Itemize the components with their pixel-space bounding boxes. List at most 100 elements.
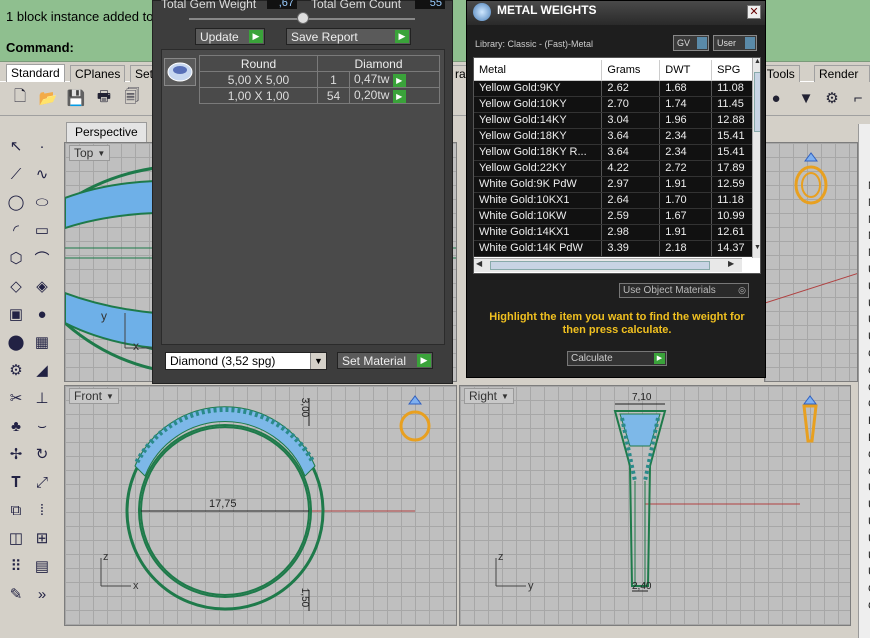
table-row[interactable]: Yellow Gold:14KY 3.04 1.96 12.88	[474, 112, 760, 129]
grid-array-icon[interactable]: ⠿	[4, 554, 28, 578]
metal-name: White Gold:10KX1	[474, 192, 603, 209]
snap-icon[interactable]: ⌐	[846, 86, 870, 110]
play-arrow-icon[interactable]: ▶	[392, 89, 406, 103]
tab-perspective[interactable]: Perspective	[66, 122, 147, 142]
split-icon[interactable]: ⊥	[30, 386, 54, 410]
point-icon[interactable]: ·	[30, 134, 54, 158]
save-icon[interactable]: 💾	[64, 86, 88, 110]
options-gear-icon[interactable]: ⚙	[820, 86, 844, 110]
scroll-down-icon[interactable]: ▼	[753, 244, 760, 256]
sphere-solid-icon[interactable]: ●	[30, 302, 54, 326]
save-report-button[interactable]: Save Report ▶	[286, 28, 411, 45]
surface-icon[interactable]: ◇	[4, 274, 28, 298]
gem-slider-handle[interactable]	[297, 12, 309, 24]
properties-icon[interactable]: 🗐	[120, 86, 144, 110]
pen-icon[interactable]: ✎	[4, 582, 28, 606]
close-icon[interactable]: ✕	[747, 5, 761, 19]
table-row[interactable]: 5,00 X 5,00 1 0,47tw ▶	[199, 71, 440, 88]
scrollbar-thumb[interactable]	[490, 261, 710, 270]
table-row[interactable]: Yellow Gold:22KY 4.22 2.72 17.89	[474, 160, 760, 177]
table-row[interactable]: Yellow Gold:10KY 2.70 1.74 11.45	[474, 96, 760, 113]
scroll-up-icon[interactable]: ▲	[753, 58, 760, 70]
use-object-materials-dropdown[interactable]: Use Object Materials ◎	[619, 283, 749, 298]
loft-icon[interactable]: ◈	[30, 274, 54, 298]
metal-grams: 2.62	[601, 80, 661, 97]
array-icon[interactable]: ⁞	[30, 498, 54, 522]
user-toggle[interactable]: User	[713, 35, 757, 51]
select-arrow-icon[interactable]: ↖	[4, 134, 28, 158]
explode-icon[interactable]: ⊞	[30, 526, 54, 550]
table-row[interactable]: Yellow Gold:18KY R... 3.64 2.34 15.41	[474, 144, 760, 161]
mesh-icon[interactable]: ▦	[30, 330, 54, 354]
box-solid-icon[interactable]: ▣	[4, 302, 28, 326]
chevron-down-icon[interactable]: ▼	[310, 353, 326, 369]
front-viewport[interactable]: 17,75 3,00 1,50 z x Front ▼	[64, 385, 457, 626]
cylinder-icon[interactable]: ⬤	[4, 330, 28, 354]
update-button[interactable]: Update ▶	[195, 28, 265, 45]
calculate-button[interactable]: Calculate ▶	[567, 351, 667, 366]
more-tools-icon[interactable]: »	[30, 582, 54, 606]
front-viewport-label[interactable]: Front ▼	[69, 388, 119, 404]
fillet-icon[interactable]: ⌣	[30, 414, 54, 438]
arc-icon[interactable]: ◜	[4, 218, 28, 242]
set-material-button[interactable]: Set Material ▶	[337, 352, 433, 369]
chevron-down-icon[interactable]: ▼	[97, 149, 105, 158]
scrollbar-thumb[interactable]	[754, 72, 760, 132]
right-viewport[interactable]: 7,10 2,40 z y Right ▼	[459, 385, 851, 626]
table-row[interactable]: White Gold:10KW 2.59 1.67 10.99	[474, 208, 760, 225]
command-prompt[interactable]: Command:	[6, 40, 74, 55]
table-row[interactable]: White Gold:14K PdW 3.39 2.18 14.37	[474, 240, 760, 257]
col-grams[interactable]: Grams	[601, 60, 661, 81]
material-select[interactable]: Diamond (3,52 spg) ▼	[165, 352, 327, 370]
material-icon[interactable]: ▼	[794, 86, 818, 110]
scroll-left-icon[interactable]: ◀	[476, 259, 488, 271]
metal-name: Yellow Gold:14KY	[474, 112, 603, 129]
table-row[interactable]: White Gold:9K PdW 2.97 1.91 12.59	[474, 176, 760, 193]
print-icon[interactable]: 🖶	[92, 86, 116, 110]
scroll-right-icon[interactable]: ▶	[728, 259, 740, 271]
top-viewport-label[interactable]: Top ▼	[69, 145, 111, 161]
perspective-viewport[interactable]	[764, 142, 858, 382]
dimension-icon[interactable]: ⤢	[30, 470, 54, 494]
block-icon[interactable]: ◫	[4, 526, 28, 550]
text-icon[interactable]: 𝐓	[4, 470, 28, 494]
boolean-icon[interactable]: ♣	[4, 414, 28, 438]
open-folder-icon[interactable]: 📂	[36, 86, 60, 110]
polygon-icon[interactable]: ⬡	[4, 246, 28, 270]
col-metal[interactable]: Metal	[474, 60, 603, 81]
table-row[interactable]: White Gold:10KX1 2.64 1.70 11.18	[474, 192, 760, 209]
new-file-icon[interactable]: 🗋	[8, 86, 32, 110]
rectangle-icon[interactable]: ▭	[30, 218, 54, 242]
metal-weights-titlebar[interactable]: METAL WEIGHTS ✕	[467, 1, 765, 25]
chevron-down-icon[interactable]: ▼	[106, 392, 114, 401]
command-history: 1 block instance added to	[6, 9, 154, 24]
ellipse-icon[interactable]: ⬭	[30, 190, 54, 214]
layer-icon[interactable]: ▤	[30, 554, 54, 578]
tab-cplanes[interactable]: CPlanes	[70, 65, 126, 82]
col-dwt[interactable]: DWT	[659, 60, 713, 81]
polyline-icon[interactable]: ⟋	[4, 162, 28, 186]
right-viewport-label[interactable]: Right ▼	[464, 388, 514, 404]
render-sphere-icon[interactable]: ●	[764, 86, 788, 110]
trim-icon[interactable]: ✂	[4, 386, 28, 410]
group-icon[interactable]: ⧉	[4, 498, 28, 522]
analyze-icon[interactable]: ◢	[30, 358, 54, 382]
move-icon[interactable]: ✢	[4, 442, 28, 466]
table-row[interactable]: Yellow Gold:18KY 3.64 2.34 15.41	[474, 128, 760, 145]
vertical-scrollbar[interactable]: ▲ ▼	[752, 58, 760, 258]
curve-icon[interactable]: ∿	[30, 162, 54, 186]
rotate-icon[interactable]: ↻	[30, 442, 54, 466]
transform-gear-icon[interactable]: ⚙	[4, 358, 28, 382]
horizontal-scrollbar[interactable]: ◀ ▶	[474, 258, 742, 272]
tab-render-tools[interactable]: Render To	[814, 65, 870, 95]
chevron-down-icon[interactable]: ▼	[501, 392, 509, 401]
table-row[interactable]: Yellow Gold:9KY 2.62 1.68 11.08	[474, 80, 760, 97]
freeform-icon[interactable]: ⌒	[30, 246, 54, 270]
circle-icon[interactable]: ◯	[4, 190, 28, 214]
table-row[interactable]: 1,00 X 1,00 54 0,20tw ▶	[199, 87, 440, 104]
play-arrow-icon[interactable]: ▶	[392, 73, 406, 87]
table-row[interactable]: White Gold:14KX1 2.98 1.91 12.61	[474, 224, 760, 241]
gv-toggle[interactable]: GV	[673, 35, 709, 51]
top-axis-y: y	[101, 309, 107, 323]
tab-standard[interactable]: Standard	[6, 64, 65, 82]
